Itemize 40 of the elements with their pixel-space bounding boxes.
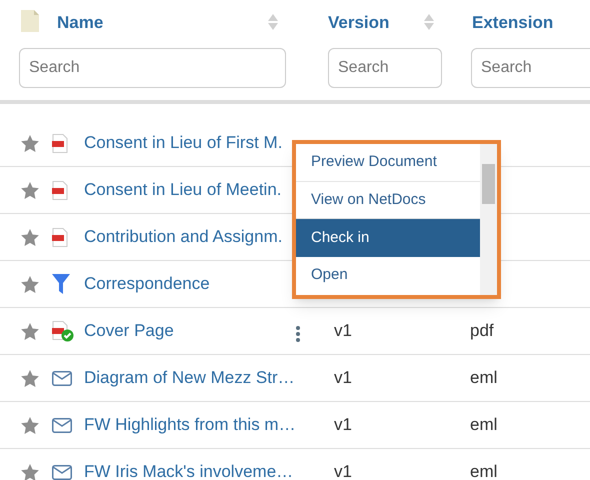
- extension-cell-text: eml: [470, 414, 498, 436]
- column-header[interactable]: Version: [328, 10, 390, 36]
- star-icon[interactable]: [21, 370, 39, 386]
- version-cell-text: v1: [334, 461, 352, 480]
- document-icon: [21, 10, 39, 32]
- extension-cell-text: eml: [470, 461, 498, 480]
- document-link[interactable]: FW Iris Mack's involveme…: [84, 459, 314, 480]
- search-field[interactable]: Search: [471, 48, 590, 88]
- scrollbar[interactable]: [480, 144, 497, 295]
- extension-cell-text: pdf: [470, 320, 494, 342]
- search-field[interactable]: Search: [328, 48, 442, 88]
- document-link[interactable]: Diagram of New Mezz Str…: [84, 365, 314, 391]
- extension-cell-text: eml: [470, 367, 498, 390]
- column-header[interactable]: Name: [57, 10, 104, 36]
- more-icon[interactable]: [295, 325, 301, 343]
- search-field[interactable]: Search: [19, 48, 286, 88]
- version-cell-text: v1: [334, 320, 352, 342]
- envelope-icon: [52, 418, 72, 432]
- envelope-icon: [52, 464, 72, 480]
- document-link[interactable]: Cover Page: [84, 318, 314, 344]
- star-icon[interactable]: [21, 416, 39, 434]
- star-icon[interactable]: [21, 134, 39, 152]
- envelope-icon: [52, 370, 72, 386]
- filter-icon: [52, 274, 70, 294]
- pdf-icon: [52, 180, 68, 200]
- star-icon[interactable]: [21, 464, 39, 480]
- column-header[interactable]: Extension: [472, 10, 554, 36]
- star-icon[interactable]: [21, 228, 39, 246]
- star-icon[interactable]: [21, 182, 39, 198]
- version-cell-text: v1: [334, 414, 352, 436]
- pdf-icon: [52, 228, 68, 246]
- pdf-checked-icon: [52, 320, 74, 342]
- scrollbar-thumb[interactable]: [482, 164, 495, 204]
- document-link[interactable]: FW Highlights from this m…: [84, 412, 314, 438]
- menu-item[interactable]: Check in: [296, 219, 480, 256]
- pdf-icon: [52, 134, 68, 152]
- star-icon[interactable]: [21, 322, 39, 340]
- menu-item[interactable]: Open: [296, 256, 480, 294]
- star-icon[interactable]: [21, 276, 39, 292]
- version-cell-text: v1: [334, 367, 352, 390]
